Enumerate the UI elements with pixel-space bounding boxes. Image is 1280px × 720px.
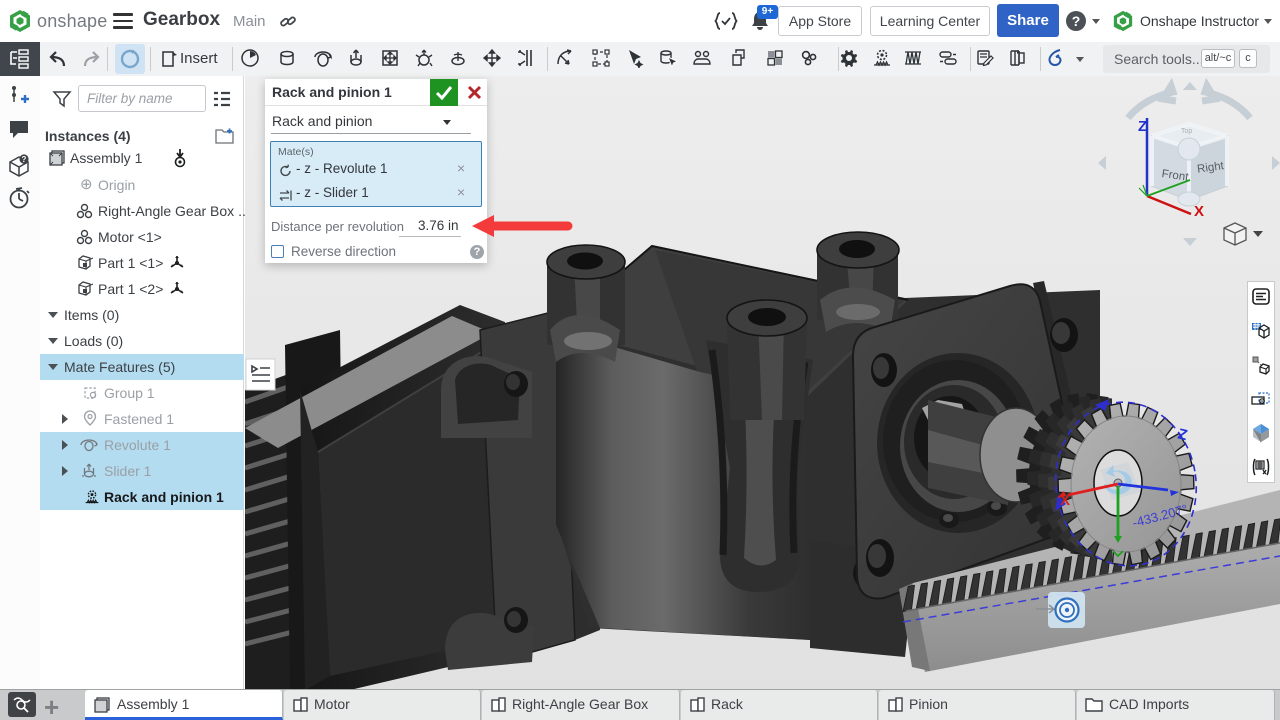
svg-text:X: X bbox=[1060, 492, 1070, 509]
svg-text:Top: Top bbox=[1181, 128, 1192, 135]
svg-text:X: X bbox=[1194, 203, 1204, 220]
svg-text:Z: Z bbox=[1138, 118, 1147, 135]
svg-text:?: ? bbox=[22, 155, 27, 164]
